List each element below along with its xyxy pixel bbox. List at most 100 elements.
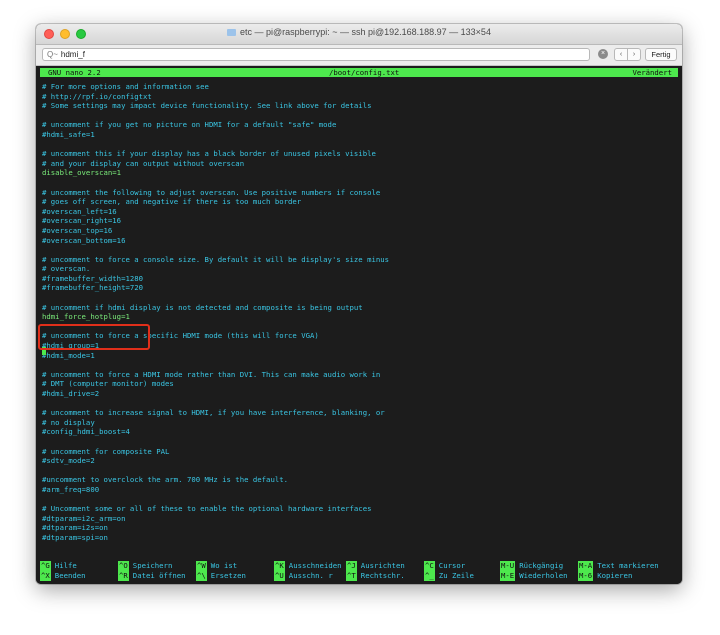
nano-shortcut-bar: ^G Hilfe ^X Beenden ^O Speichern ^R Datei öffne… — [40, 561, 680, 581]
editor-line: #overscan_top=16 — [42, 225, 113, 235]
shortcut-key: ^K — [274, 561, 285, 571]
editor-line: # uncomment for composite PAL — [42, 446, 170, 456]
shortcut-item: ^U Ausschn. r — [274, 571, 333, 581]
editor-line: #overscan_left=16 — [42, 206, 117, 216]
shortcut-key: M-E — [500, 571, 516, 581]
shortcut-label: Datei öffnen — [132, 571, 186, 580]
shortcut-key: ^R — [118, 571, 129, 581]
shortcut-label: Rechtschr. — [360, 571, 405, 580]
shortcut-key: M-U — [500, 561, 516, 571]
shortcut-label: Ausschn. r — [288, 571, 333, 580]
shortcut-item: M-U Rückgängig — [500, 561, 563, 571]
editor-line: #dtparam=i2c_arm=on — [42, 513, 126, 523]
editor-line: # uncomment the following to adjust over… — [42, 187, 381, 197]
shortcut-label: Wiederholen — [519, 571, 568, 580]
find-bar: Q~ hdmi_f × ‹ › Fertig — [36, 45, 682, 66]
shortcut-item: M-E Wiederholen — [500, 571, 568, 581]
shortcut-item: M-6 Kopieren — [578, 571, 632, 581]
editor-line: #overscan_right=16 — [42, 216, 122, 226]
shortcut-item: ^C Cursor — [424, 561, 465, 571]
window-title: etc — pi@raspberrypi: ~ — ssh pi@192.168… — [36, 27, 682, 37]
editor-text-area[interactable]: # For more options and information see # … — [42, 82, 676, 543]
shortcut-key: ^U — [274, 571, 285, 581]
editor-line: #framebuffer_width=1280 — [42, 273, 144, 283]
terminal-content[interactable]: GNU nano 2.2 /boot/config.txt Verändert … — [36, 66, 682, 584]
shortcut-label: Kopieren — [597, 571, 633, 580]
shortcut-item: ^R Datei öffnen — [118, 571, 186, 581]
editor-line: # http://rpf.io/configtxt — [42, 91, 152, 101]
editor-line: # uncomment if you get no picture on HDM… — [42, 120, 337, 130]
folder-icon — [227, 29, 237, 36]
editor-line: #hdmi_safe=1 — [42, 129, 95, 139]
shortcut-label: Zu Zeile — [438, 571, 474, 580]
editor-line: # uncomment to force a console size. By … — [42, 254, 390, 264]
editor-line: # goes off screen, and negative if there… — [42, 197, 302, 207]
shortcut-label: Text markieren — [597, 561, 659, 570]
shortcut-item: ^W Wo ist — [196, 561, 237, 571]
shortcut-key: M-6 — [578, 571, 594, 581]
editor-line: #arm_freq=800 — [42, 484, 100, 494]
editor-line: #overscan_bottom=16 — [42, 235, 126, 245]
done-button[interactable]: Fertig — [645, 48, 677, 61]
shortcut-label: Ausrichten — [360, 561, 405, 570]
clear-search-icon[interactable]: × — [598, 49, 608, 59]
nano-version: GNU nano 2.2 — [48, 68, 101, 77]
shortcut-key: ^J — [346, 561, 357, 571]
editor-line: # uncomment this if your display has a b… — [42, 149, 376, 159]
shortcut-label: Cursor — [438, 561, 466, 570]
shortcut-key: ^G — [40, 561, 51, 571]
shortcut-key: ^O — [118, 561, 129, 571]
shortcut-label: Wo ist — [210, 561, 238, 570]
nano-modified-status: Verändert — [632, 68, 672, 77]
editor-line: #config_hdmi_boost=4 — [42, 427, 130, 437]
shortcut-label: Ersetzen — [210, 571, 246, 580]
editor-line: # uncomment to increase signal to HDMI, … — [42, 408, 385, 418]
editor-line: #dtparam=i2s=on — [42, 523, 108, 533]
find-previous-button[interactable]: ‹ — [614, 48, 628, 61]
find-next-button[interactable]: › — [627, 48, 641, 61]
title-bar[interactable]: etc — pi@raspberrypi: ~ — ssh pi@192.168… — [36, 24, 682, 45]
editor-line: # For more options and information see — [42, 82, 209, 91]
shortcut-label: Ausschneiden — [288, 561, 342, 570]
shortcut-item: ^J Ausrichten — [346, 561, 405, 571]
shortcut-label: Beenden — [54, 571, 86, 580]
shortcut-key: ^W — [196, 561, 207, 571]
editor-line: hdmi_force_hotplug=1 — [42, 312, 130, 322]
editor-line: #hdmi_mode=1 — [42, 350, 95, 360]
shortcut-key: ^\ — [196, 571, 207, 581]
shortcut-key: ^T — [346, 571, 357, 581]
editor-line: # and your display can output without ov… — [42, 158, 245, 168]
shortcut-key: ^C — [424, 561, 435, 571]
shortcut-item: ^G Hilfe — [40, 561, 77, 571]
search-input[interactable]: Q~ hdmi_f — [42, 48, 590, 61]
shortcut-key: M-A — [578, 561, 594, 571]
shortcut-item: ^K Ausschneiden — [274, 561, 342, 571]
editor-line: #framebuffer_height=720 — [42, 283, 144, 293]
editor-line: # Uncomment some or all of these to enab… — [42, 504, 372, 514]
shortcut-item: ^\ Ersetzen — [196, 571, 246, 581]
editor-line: #dtparam=spi=on — [42, 532, 108, 542]
shortcut-item: ^_ Zu Zeile — [424, 571, 474, 581]
shortcut-key: ^_ — [424, 571, 435, 581]
editor-line: # uncomment if hdmi display is not detec… — [42, 302, 363, 312]
nano-header-bar: GNU nano 2.2 /boot/config.txt Verändert — [40, 68, 678, 77]
search-value: hdmi_f — [60, 50, 85, 59]
shortcut-item: ^T Rechtschr. — [346, 571, 405, 581]
highlight-annotation — [38, 324, 150, 350]
shortcut-item: M-A Text markieren — [578, 561, 659, 571]
terminal-window: etc — pi@raspberrypi: ~ — ssh pi@192.168… — [36, 24, 682, 584]
editor-line: #hdmi_drive=2 — [42, 389, 100, 398]
editor-line: # no display — [42, 417, 95, 427]
shortcut-item: ^X Beenden — [40, 571, 86, 581]
shortcut-label: Rückgängig — [519, 561, 564, 570]
shortcut-item: ^O Speichern — [118, 561, 172, 571]
editor-line: # overscan. — [42, 264, 91, 274]
